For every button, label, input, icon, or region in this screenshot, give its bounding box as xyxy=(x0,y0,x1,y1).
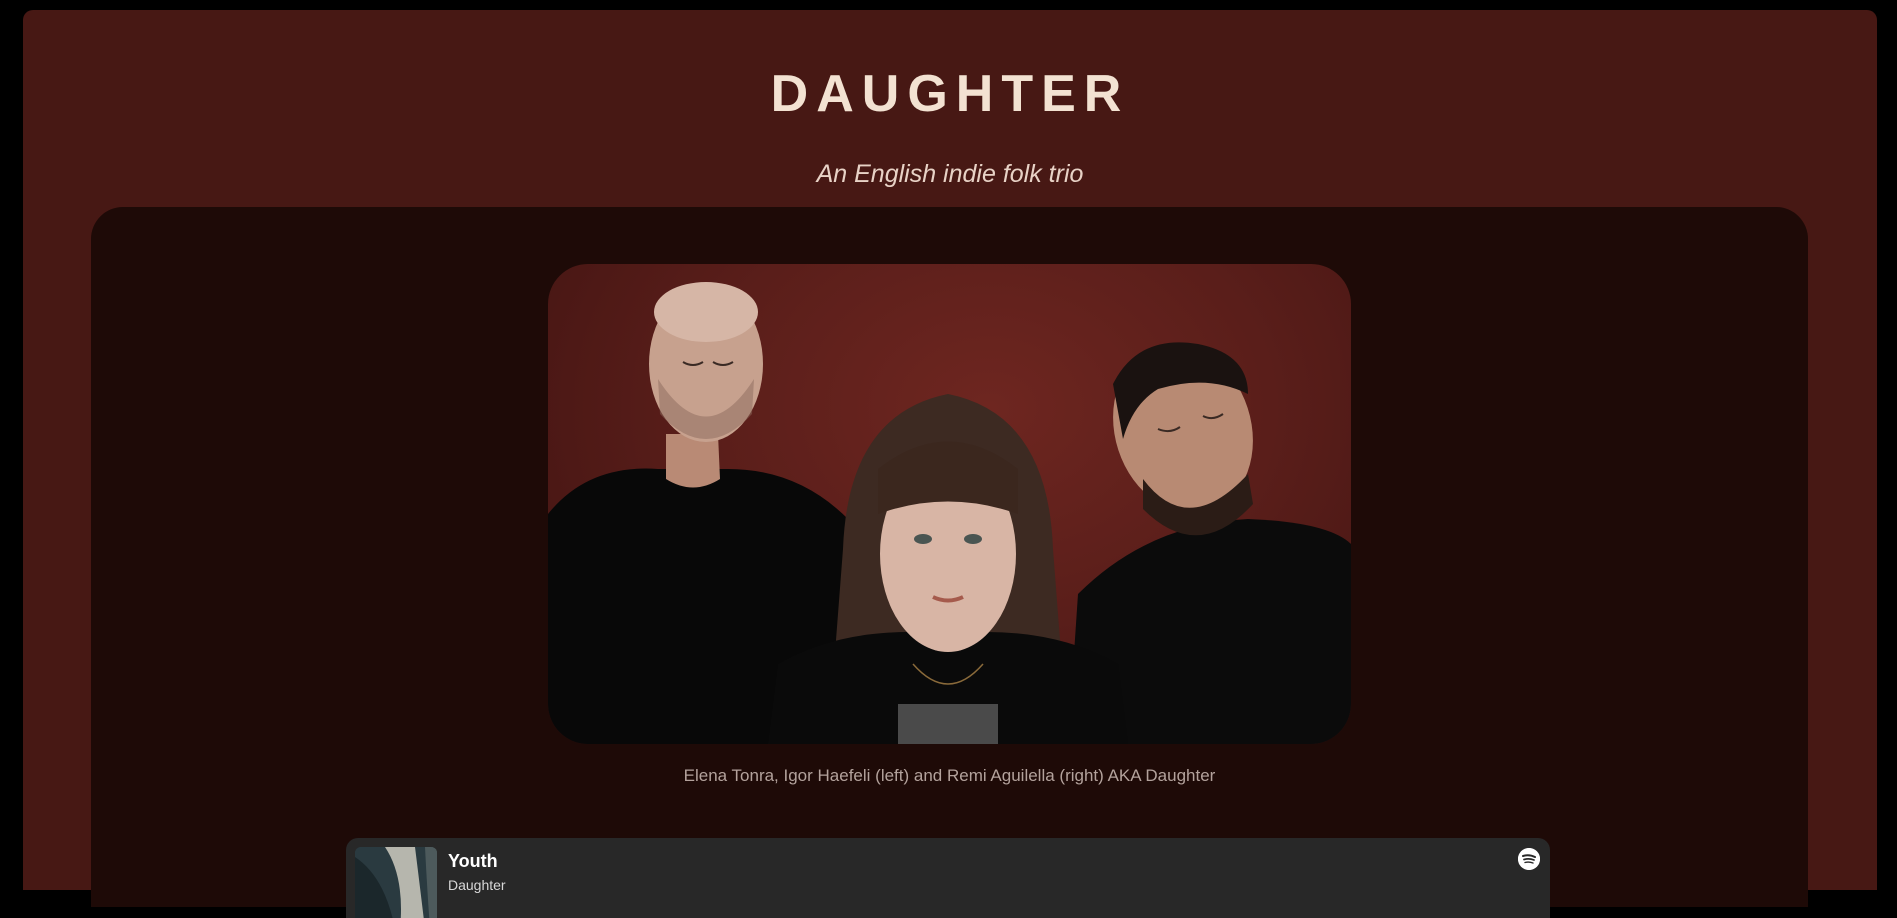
content-panel: Elena Tonra, Igor Haefeli (left) and Rem… xyxy=(91,207,1808,918)
photo-caption: Elena Tonra, Igor Haefeli (left) and Rem… xyxy=(683,766,1216,785)
page-card: DAUGHTER An English indie folk trio Elen… xyxy=(23,10,1877,918)
band-photo xyxy=(548,264,1351,744)
track-artist[interactable]: Daughter xyxy=(448,878,506,892)
spotify-icon[interactable] xyxy=(1518,848,1540,870)
track-title[interactable]: Youth xyxy=(448,852,498,870)
album-art[interactable] xyxy=(355,847,437,918)
spotify-player[interactable]: Youth Daughter xyxy=(346,838,1550,918)
page-title: DAUGHTER xyxy=(770,65,1130,123)
page-subtitle: An English indie folk trio xyxy=(816,160,1084,188)
